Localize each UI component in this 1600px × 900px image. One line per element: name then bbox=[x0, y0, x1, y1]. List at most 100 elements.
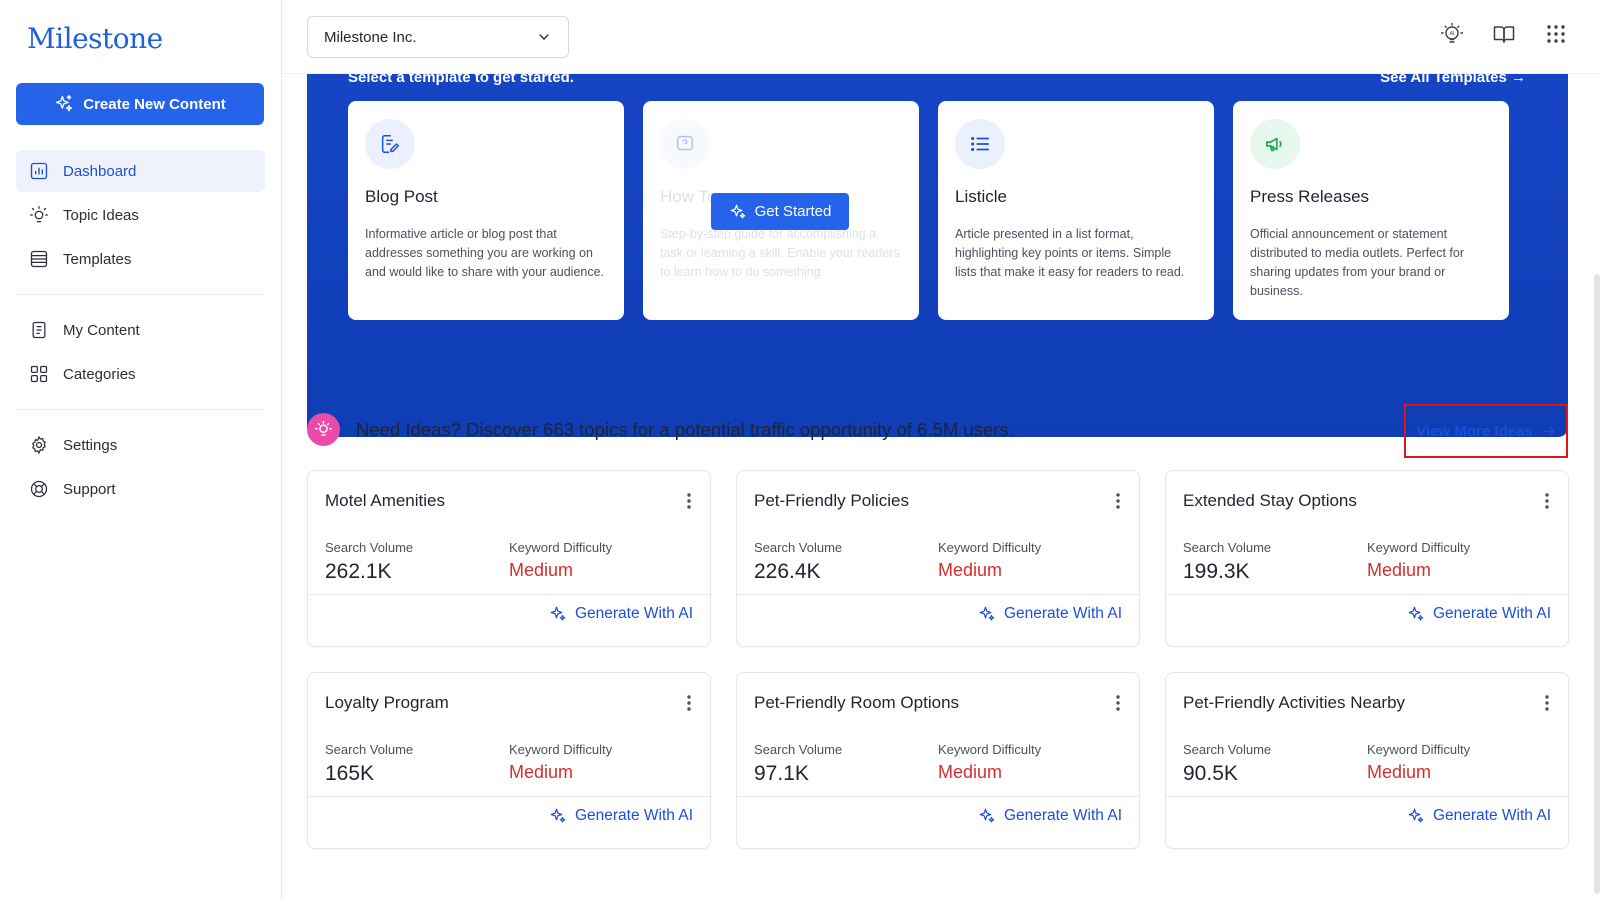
brand-logo[interactable]: Milestone bbox=[27, 22, 163, 55]
view-more-ideas-button[interactable]: View More Ideas bbox=[1404, 404, 1568, 458]
sidebar-item-settings[interactable]: Settings bbox=[16, 424, 265, 466]
topic-card[interactable]: Motel Amenities Search Volume 262.1K Key… bbox=[307, 470, 711, 647]
question-icon bbox=[676, 135, 694, 151]
keyword-difficulty-value: Medium bbox=[938, 560, 1003, 580]
sidebar-item-dashboard[interactable]: Dashboard bbox=[16, 150, 265, 192]
generate-with-ai-label: Generate With AI bbox=[574, 807, 693, 824]
keyword-difficulty-value: Medium bbox=[509, 560, 574, 580]
template-icon bbox=[365, 119, 415, 169]
template-card-press-releases[interactable]: Press Releases Official announcement or … bbox=[1233, 101, 1509, 320]
megaphone-icon bbox=[1265, 137, 1282, 152]
sparkle-icon bbox=[1408, 808, 1424, 823]
generate-with-ai-label: Generate With AI bbox=[1432, 807, 1551, 824]
keyword-difficulty-label: Keyword Difficulty bbox=[938, 540, 1042, 555]
keyword-difficulty-value: Medium bbox=[509, 762, 574, 782]
sidebar-nav-primary: Dashboard Topic Ideas Templates My Conte… bbox=[16, 150, 265, 512]
more-vertical-icon[interactable] bbox=[681, 491, 697, 511]
sidebar-item-categories[interactable]: Categories bbox=[16, 353, 265, 395]
keyword-difficulty-value: Medium bbox=[1367, 560, 1432, 580]
topic-title: Pet-Friendly Room Options bbox=[754, 693, 960, 712]
keyword-difficulty-value: Medium bbox=[938, 762, 1003, 782]
topic-card[interactable]: Pet-Friendly Room Options Search Volume … bbox=[736, 672, 1140, 849]
view-more-ideas-label: View More Ideas bbox=[1416, 422, 1533, 440]
lightbulb-icon bbox=[30, 206, 48, 223]
generate-with-ai-button[interactable]: Generate With AI bbox=[1407, 605, 1551, 623]
nav-divider bbox=[16, 409, 265, 410]
topic-title: Pet-Friendly Policies bbox=[754, 491, 909, 510]
keyword-difficulty-label: Keyword Difficulty bbox=[1367, 540, 1471, 555]
template-card-how-to[interactable]: How To Step-by-step guide for accomplish… bbox=[643, 101, 919, 320]
template-card-listicle[interactable]: Listicle Article presented in a list for… bbox=[938, 101, 1214, 320]
sidebar-item-topic-ideas[interactable]: Topic Ideas bbox=[16, 194, 265, 236]
sparkle-icon bbox=[730, 204, 745, 219]
template-hero: Select a template to get started. See Al… bbox=[307, 44, 1568, 437]
more-vertical-icon[interactable] bbox=[681, 693, 697, 713]
more-vertical-icon[interactable] bbox=[1539, 693, 1555, 713]
template-icon bbox=[955, 119, 1005, 169]
sparkle-icon bbox=[56, 95, 73, 112]
sidebar-item-templates[interactable]: Templates bbox=[16, 238, 265, 280]
more-vertical-icon[interactable] bbox=[1110, 693, 1126, 713]
topic-card[interactable]: Loyalty Program Search Volume 165K Keywo… bbox=[307, 672, 711, 849]
sidebar-item-label: Categories bbox=[63, 365, 136, 383]
grid-icon bbox=[30, 365, 48, 383]
ai-bulb-icon[interactable]: AI bbox=[1440, 22, 1464, 46]
chevron-down-icon bbox=[539, 34, 549, 40]
sidebar-item-label: Support bbox=[63, 480, 116, 498]
top-bar: Milestone Inc. AI bbox=[282, 0, 1600, 74]
sidebar-item-my-content[interactable]: My Content bbox=[16, 309, 265, 351]
card-divider bbox=[737, 796, 1139, 797]
template-description: Article presented in a list format, high… bbox=[955, 227, 1185, 279]
topic-card[interactable]: Pet-Friendly Policies Search Volume 226.… bbox=[736, 470, 1140, 647]
template-description: Informative article or blog post that ad… bbox=[365, 227, 605, 279]
sidebar-item-label: Topic Ideas bbox=[63, 206, 139, 224]
vertical-scrollbar[interactable] bbox=[1594, 274, 1600, 894]
get-started-button[interactable]: Get Started bbox=[711, 193, 849, 230]
generate-with-ai-button[interactable]: Generate With AI bbox=[978, 807, 1122, 825]
topic-title: Pet-Friendly Activities Nearby bbox=[1183, 693, 1406, 712]
ideas-badge bbox=[307, 413, 340, 446]
sparkle-icon bbox=[979, 606, 995, 621]
sparkle-icon bbox=[550, 808, 566, 823]
search-volume-label: Search Volume bbox=[1183, 742, 1272, 757]
search-volume-label: Search Volume bbox=[1183, 540, 1272, 555]
generate-with-ai-label: Generate With AI bbox=[1003, 807, 1122, 824]
template-card-blog-post[interactable]: Blog Post Informative article or blog po… bbox=[348, 101, 624, 320]
sidebar-item-label: Settings bbox=[63, 436, 118, 454]
sidebar-item-support[interactable]: Support bbox=[16, 468, 265, 510]
search-volume-label: Search Volume bbox=[754, 540, 843, 555]
search-volume-label: Search Volume bbox=[325, 742, 414, 757]
sparkle-icon bbox=[979, 808, 995, 823]
get-started-label: Get Started bbox=[754, 203, 832, 220]
sidebar: Milestone Create New Content Dashboard T… bbox=[0, 0, 282, 900]
template-description: Step-by-step guide for accomplishing a t… bbox=[660, 227, 900, 279]
generate-with-ai-button[interactable]: Generate With AI bbox=[1407, 807, 1551, 825]
topic-card[interactable]: Extended Stay Options Search Volume 199.… bbox=[1165, 470, 1569, 647]
main-content: Select a template to get started. See Al… bbox=[282, 44, 1600, 900]
card-divider bbox=[1166, 796, 1568, 797]
organization-select[interactable]: Milestone Inc. bbox=[307, 16, 569, 58]
template-icon bbox=[660, 119, 710, 169]
lightbulb-icon bbox=[314, 420, 333, 436]
keyword-difficulty-label: Keyword Difficulty bbox=[1367, 742, 1471, 757]
generate-with-ai-label: Generate With AI bbox=[1003, 605, 1122, 622]
gear-icon bbox=[32, 435, 46, 455]
book-icon[interactable] bbox=[1492, 22, 1516, 46]
more-vertical-icon[interactable] bbox=[1539, 491, 1555, 511]
search-volume-value: 97.1K bbox=[754, 762, 809, 785]
keyword-difficulty-label: Keyword Difficulty bbox=[938, 742, 1042, 757]
apps-grid-icon[interactable] bbox=[1544, 22, 1568, 46]
topic-card[interactable]: Pet-Friendly Activities Nearby Search Vo… bbox=[1165, 672, 1569, 849]
search-volume-label: Search Volume bbox=[325, 540, 414, 555]
nav-divider bbox=[16, 294, 265, 295]
templates-icon bbox=[30, 250, 48, 268]
more-vertical-icon[interactable] bbox=[1110, 491, 1126, 511]
topic-title: Motel Amenities bbox=[325, 491, 445, 510]
create-new-content-button[interactable]: Create New Content bbox=[16, 83, 264, 125]
generate-with-ai-button[interactable]: Generate With AI bbox=[549, 807, 693, 825]
generate-with-ai-button[interactable]: Generate With AI bbox=[549, 605, 693, 623]
generate-with-ai-label: Generate With AI bbox=[1432, 605, 1551, 622]
generate-with-ai-button[interactable]: Generate With AI bbox=[978, 605, 1122, 623]
search-volume-value: 199.3K bbox=[1183, 560, 1250, 583]
top-icons: AI bbox=[1440, 22, 1568, 46]
